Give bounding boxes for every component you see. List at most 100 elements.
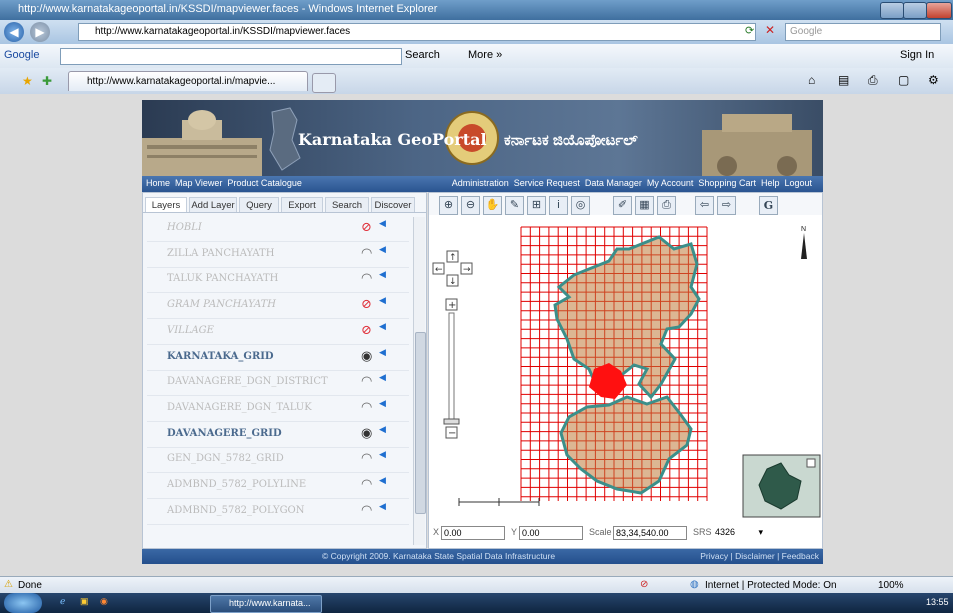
- layer-row[interactable]: DAVANAGERE_DGN_DISTRICT ◠ ◀: [147, 369, 409, 397]
- eye-icon[interactable]: ◉: [361, 344, 372, 370]
- tab-layers[interactable]: Layers: [145, 197, 187, 212]
- browser-tab[interactable]: http://www.karnatakageoportal.in/mapvie.…: [68, 71, 308, 91]
- sign-in-link[interactable]: Sign In: [900, 49, 934, 61]
- footer-links[interactable]: Privacy | Disclaimer | Feedback: [700, 551, 819, 561]
- map-canvas[interactable]: N ↑ ← → ↓ + −: [429, 219, 822, 519]
- google-more-button[interactable]: More »: [468, 49, 502, 61]
- image-export-icon[interactable]: ▦: [635, 196, 654, 215]
- zoom-in-icon[interactable]: ⊕: [439, 196, 458, 215]
- pan-control[interactable]: ↑ ← → ↓: [432, 250, 473, 287]
- google-search-button[interactable]: Search: [405, 49, 440, 61]
- print-icon[interactable]: ⎙: [868, 73, 878, 88]
- tab-query[interactable]: Query: [239, 197, 279, 212]
- layer-row[interactable]: ZILLA PANCHAYATH ◠ ◀: [147, 241, 409, 268]
- menu-item-shopping-cart[interactable]: Shopping Cart: [698, 178, 756, 188]
- menu-item-my-account[interactable]: My Account: [647, 178, 694, 188]
- back-button[interactable]: ◀: [4, 22, 24, 42]
- minimize-button[interactable]: [880, 2, 904, 19]
- menu-item-help[interactable]: Help: [761, 178, 780, 188]
- tab-export[interactable]: Export: [281, 197, 323, 212]
- print-map-icon[interactable]: ⎙: [657, 196, 676, 215]
- hidden-eye-icon[interactable]: ◠: [361, 266, 372, 292]
- srs-select[interactable]: 4326 ▾: [713, 526, 765, 538]
- scrollbar-thumb[interactable]: [415, 332, 426, 514]
- scale-field[interactable]: 83,34,540.00: [613, 526, 687, 540]
- overview-map[interactable]: [742, 454, 821, 518]
- layer-options-arrow-icon[interactable]: ◀: [379, 262, 386, 288]
- ie-quicklaunch-icon[interactable]: ℯ: [60, 596, 65, 607]
- tab-discover[interactable]: Discover: [371, 197, 415, 212]
- layer-row[interactable]: ADMBND_5782_POLYLINE ◠ ◀: [147, 472, 409, 499]
- layer-options-arrow-icon[interactable]: ◀: [379, 340, 386, 366]
- favorites-star-icon[interactable]: ★: [22, 74, 33, 88]
- desktop-quicklaunch-icon[interactable]: ▣: [80, 596, 89, 607]
- open-map-icon[interactable]: ✐: [613, 196, 632, 215]
- hidden-eye-icon[interactable]: ◠: [361, 369, 372, 395]
- no-entry-icon[interactable]: ⊘: [361, 318, 372, 344]
- close-button[interactable]: [926, 2, 952, 19]
- zoom-out-icon[interactable]: ⊖: [461, 196, 480, 215]
- zoom-level[interactable]: 100%: [878, 580, 904, 591]
- x-coordinate-field[interactable]: 0.00: [441, 526, 505, 540]
- hidden-eye-icon[interactable]: ◠: [361, 472, 372, 498]
- layer-row[interactable]: GRAM PANCHAYATH ⊘ ◀: [147, 292, 409, 320]
- layer-options-arrow-icon[interactable]: ◀: [379, 237, 386, 263]
- full-extent-icon[interactable]: ◎: [571, 196, 590, 215]
- menu-item-product-catalogue[interactable]: Product Catalogue: [227, 178, 302, 188]
- menu-item-map-viewer[interactable]: Map Viewer: [175, 178, 222, 188]
- no-entry-icon[interactable]: ⊘: [361, 215, 372, 241]
- layer-options-arrow-icon[interactable]: ◀: [379, 417, 386, 443]
- zoom-slider[interactable]: + −: [443, 298, 460, 439]
- layer-options-arrow-icon[interactable]: ◀: [379, 365, 386, 391]
- layer-row[interactable]: DAVANAGERE_GRID ◉ ◀: [147, 421, 409, 448]
- layer-options-arrow-icon[interactable]: ◀: [379, 211, 386, 237]
- google-search-input[interactable]: [60, 48, 402, 65]
- menu-item-data-manager[interactable]: Data Manager: [585, 178, 642, 188]
- taskbar-window-button[interactable]: http://www.karnata...: [210, 595, 322, 613]
- y-coordinate-field[interactable]: 0.00: [519, 526, 583, 540]
- hidden-eye-icon[interactable]: ◠: [361, 395, 372, 421]
- layer-row[interactable]: KARNATAKA_GRID ◉ ◀: [147, 344, 409, 371]
- stop-icon[interactable]: ✕: [765, 23, 775, 37]
- menu-item-service-request[interactable]: Service Request: [514, 178, 580, 188]
- layer-options-arrow-icon[interactable]: ◀: [379, 288, 386, 314]
- layer-row[interactable]: HOBLI ⊘ ◀: [147, 215, 409, 242]
- measure-icon[interactable]: ⊞: [527, 196, 546, 215]
- previous-extent-icon[interactable]: ⇦: [695, 196, 714, 215]
- popup-blocker-icon[interactable]: ⊘: [640, 579, 648, 590]
- layer-options-arrow-icon[interactable]: ◀: [379, 468, 386, 494]
- maximize-button[interactable]: [903, 2, 927, 19]
- select-icon[interactable]: ✎: [505, 196, 524, 215]
- tools-gear-icon[interactable]: ⚙: [928, 73, 939, 87]
- no-entry-icon[interactable]: ⊘: [361, 292, 372, 318]
- layer-options-arrow-icon[interactable]: ◀: [379, 314, 386, 340]
- layer-options-arrow-icon[interactable]: ◀: [379, 494, 386, 520]
- layer-row[interactable]: VILLAGE ⊘ ◀: [147, 318, 409, 345]
- menu-item-logout[interactable]: Logout: [784, 178, 812, 188]
- add-favorites-icon[interactable]: ✚: [42, 74, 52, 88]
- layer-scrollbar[interactable]: [413, 217, 426, 545]
- media-quicklaunch-icon[interactable]: ◉: [100, 596, 108, 607]
- menu-item-administration[interactable]: Administration: [452, 178, 509, 188]
- pan-hand-icon[interactable]: ✋: [483, 196, 502, 215]
- feeds-icon[interactable]: ▤: [838, 73, 849, 87]
- refresh-icon[interactable]: ⟳: [745, 24, 754, 37]
- layer-row[interactable]: TALUK PANCHAYATH ◠ ◀: [147, 266, 409, 294]
- forward-button[interactable]: ▶: [30, 22, 50, 42]
- next-extent-icon[interactable]: ⇨: [717, 196, 736, 215]
- address-input[interactable]: http://www.karnatakageoportal.in/KSSDI/m…: [78, 23, 756, 41]
- tab-add-layer[interactable]: Add Layer: [189, 197, 237, 212]
- google-view-icon[interactable]: G: [759, 196, 778, 215]
- live-search-input[interactable]: Google: [785, 23, 941, 41]
- layer-options-arrow-icon[interactable]: ◀: [379, 391, 386, 417]
- tab-search[interactable]: Search: [325, 197, 369, 212]
- hidden-eye-icon[interactable]: ◠: [361, 446, 372, 472]
- layer-options-arrow-icon[interactable]: ◀: [379, 442, 386, 468]
- layer-row[interactable]: GEN_DGN_5782_GRID ◠ ◀: [147, 446, 409, 474]
- info-icon[interactable]: i: [549, 196, 568, 215]
- layer-row[interactable]: ADMBND_5782_POLYGON ◠ ◀: [147, 498, 409, 525]
- new-tab-button[interactable]: [312, 73, 336, 93]
- hidden-eye-icon[interactable]: ◠: [361, 498, 372, 524]
- home-icon[interactable]: ⌂: [808, 73, 815, 87]
- eye-icon[interactable]: ◉: [361, 421, 372, 447]
